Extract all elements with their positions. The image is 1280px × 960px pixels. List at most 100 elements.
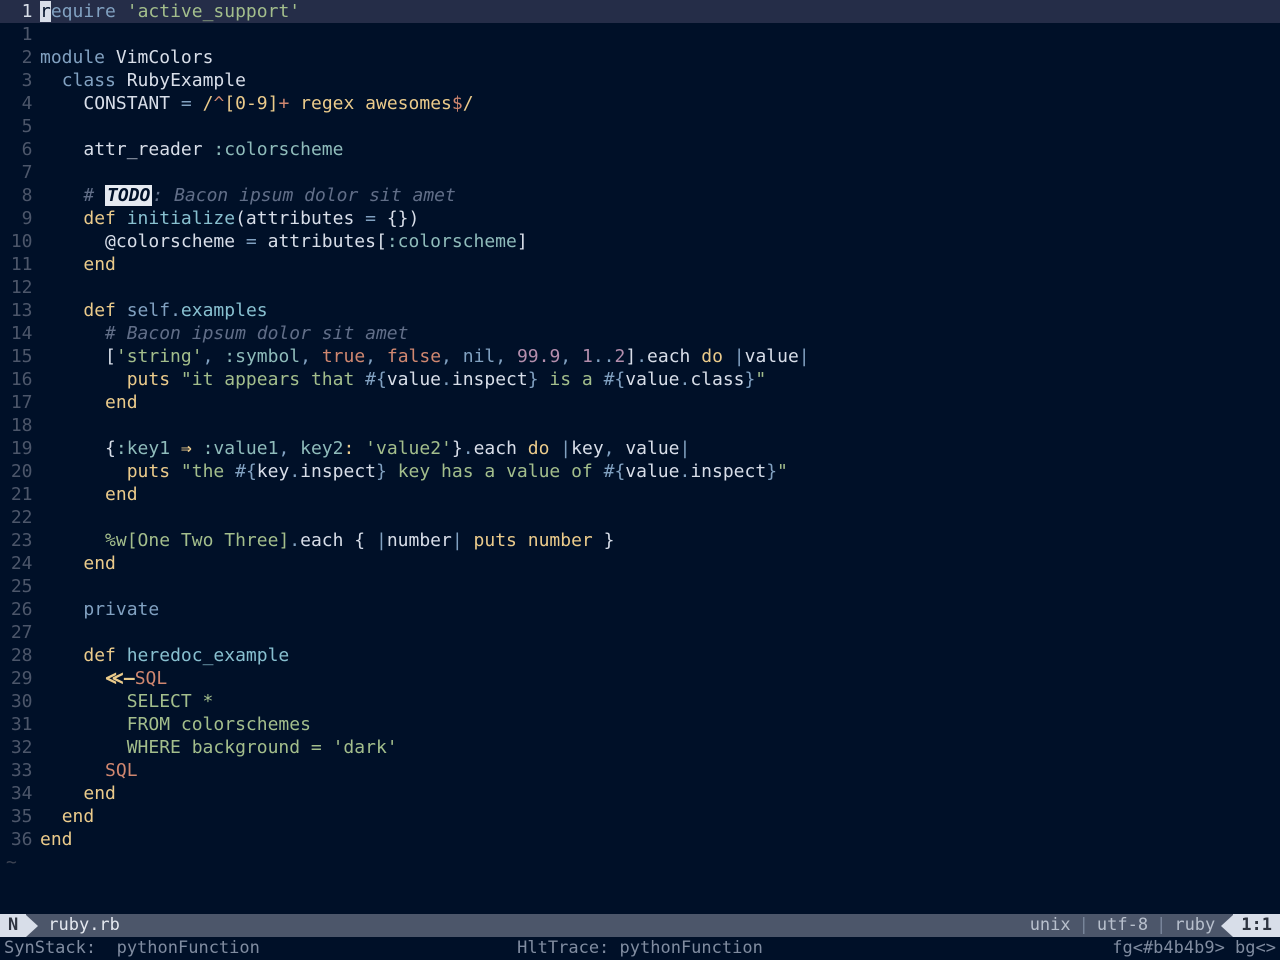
code-line[interactable]: 25 (0, 575, 1280, 598)
line-number: 14 (0, 322, 40, 345)
code-line[interactable]: 16 puts "it appears that #{value.inspect… (0, 368, 1280, 391)
code-line[interactable]: 20 puts "the #{key.inspect} key has a va… (0, 460, 1280, 483)
code-line[interactable]: 9 def initialize(attributes = {}) (0, 207, 1280, 230)
line-number: 29 (0, 667, 40, 690)
code-line[interactable]: 15 ['string', :symbol, true, false, nil,… (0, 345, 1280, 368)
code-line[interactable]: 18 (0, 414, 1280, 437)
code-line[interactable]: 26 private (0, 598, 1280, 621)
code-content[interactable]: attr_reader :colorscheme (40, 138, 1280, 161)
code-content[interactable]: ≪—SQL (40, 667, 1280, 690)
code-line[interactable]: 2module VimColors (0, 46, 1280, 69)
code-content[interactable]: def self.examples (40, 299, 1280, 322)
code-content[interactable]: WHERE background = 'dark' (40, 736, 1280, 759)
line-number: 26 (0, 598, 40, 621)
hlttrace-label: HltTrace: pythonFunction (517, 937, 763, 960)
code-content[interactable]: SELECT * (40, 690, 1280, 713)
line-number: 22 (0, 506, 40, 529)
line-number: 21 (0, 483, 40, 506)
code-line[interactable]: 14 # Bacon ipsum dolor sit amet (0, 322, 1280, 345)
code-line[interactable]: 35 end (0, 805, 1280, 828)
code-content[interactable]: private (40, 598, 1280, 621)
synstack-label: SynStack: pythonFunction (4, 937, 260, 960)
code-line[interactable]: 28 def heredoc_example (0, 644, 1280, 667)
code-line[interactable]: 12 (0, 276, 1280, 299)
line-number: 6 (0, 138, 40, 161)
code-content[interactable] (40, 575, 1280, 598)
end-of-buffer: ~ (0, 851, 1280, 874)
code-line[interactable]: 7 (0, 161, 1280, 184)
code-content[interactable]: {:key1 ⇒ :value1, key2: 'value2'}.each d… (40, 437, 1280, 460)
code-content[interactable]: SQL (40, 759, 1280, 782)
code-content[interactable]: end (40, 253, 1280, 276)
code-content[interactable]: end (40, 391, 1280, 414)
line-number: 36 (0, 828, 40, 851)
code-line[interactable]: 10 @colorscheme = attributes[:colorschem… (0, 230, 1280, 253)
code-line[interactable]: 5 (0, 115, 1280, 138)
code-content[interactable]: require 'active_support' (40, 0, 1280, 23)
line-number: 32 (0, 736, 40, 759)
code-line[interactable]: 32 WHERE background = 'dark' (0, 736, 1280, 759)
code-line[interactable]: 19 {:key1 ⇒ :value1, key2: 'value2'}.eac… (0, 437, 1280, 460)
code-line[interactable]: 21 end (0, 483, 1280, 506)
encoding: utf-8 (1091, 914, 1154, 937)
line-number: 31 (0, 713, 40, 736)
code-line[interactable]: 4 CONSTANT = /^[0-9]+ regex awesomes$/ (0, 92, 1280, 115)
code-content[interactable]: %w[One Two Three].each { |number| puts n… (40, 529, 1280, 552)
code-content[interactable]: ['string', :symbol, true, false, nil, 99… (40, 345, 1280, 368)
code-line[interactable]: 13 def self.examples (0, 299, 1280, 322)
code-content[interactable]: puts "it appears that #{value.inspect} i… (40, 368, 1280, 391)
separator-icon: | (1154, 914, 1168, 937)
line-number: 2 (0, 46, 40, 69)
code-line[interactable]: 33 SQL (0, 759, 1280, 782)
code-line[interactable]: 3 class RubyExample (0, 69, 1280, 92)
code-content[interactable]: class RubyExample (40, 69, 1280, 92)
filename: ruby.rb (38, 914, 130, 937)
code-line[interactable]: 1require 'active_support' (0, 0, 1280, 23)
code-content[interactable]: def heredoc_example (40, 644, 1280, 667)
code-content[interactable] (40, 276, 1280, 299)
code-line[interactable]: 34 end (0, 782, 1280, 805)
code-content[interactable] (40, 621, 1280, 644)
code-content[interactable] (40, 506, 1280, 529)
code-content[interactable]: def initialize(attributes = {}) (40, 207, 1280, 230)
code-content[interactable]: # TODO: Bacon ipsum dolor sit amet (40, 184, 1280, 207)
fileformat: unix (1024, 914, 1077, 937)
editor-buffer[interactable]: 1require 'active_support' 1 2module VimC… (0, 0, 1280, 914)
code-content[interactable] (40, 23, 1280, 46)
code-content[interactable]: CONSTANT = /^[0-9]+ regex awesomes$/ (40, 92, 1280, 115)
code-line[interactable]: 23 %w[One Two Three].each { |number| put… (0, 529, 1280, 552)
line-number: 17 (0, 391, 40, 414)
code-content[interactable]: end (40, 828, 1280, 851)
code-line[interactable]: 8 # TODO: Bacon ipsum dolor sit amet (0, 184, 1280, 207)
code-content[interactable]: end (40, 782, 1280, 805)
code-content[interactable]: end (40, 805, 1280, 828)
code-line[interactable]: 1 (0, 23, 1280, 46)
code-content[interactable] (40, 161, 1280, 184)
code-line[interactable]: 30 SELECT * (0, 690, 1280, 713)
code-content[interactable]: module VimColors (40, 46, 1280, 69)
line-number: 28 (0, 644, 40, 667)
code-content[interactable]: FROM colorschemes (40, 713, 1280, 736)
code-line[interactable]: 36end (0, 828, 1280, 851)
line-number: 4 (0, 92, 40, 115)
separator-icon (1221, 915, 1233, 937)
code-line[interactable]: 24 end (0, 552, 1280, 575)
code-line[interactable]: 31 FROM colorschemes (0, 713, 1280, 736)
statusline: N ruby.rb unix | utf-8 | ruby 1:1 (0, 914, 1280, 937)
code-content[interactable]: end (40, 552, 1280, 575)
code-content[interactable]: puts "the #{key.inspect} key has a value… (40, 460, 1280, 483)
line-number: 10 (0, 230, 40, 253)
code-line[interactable]: 22 (0, 506, 1280, 529)
code-line[interactable]: 29 ≪—SQL (0, 667, 1280, 690)
code-content[interactable]: @colorscheme = attributes[:colorscheme] (40, 230, 1280, 253)
code-line[interactable]: 27 (0, 621, 1280, 644)
line-number: 30 (0, 690, 40, 713)
code-content[interactable] (40, 414, 1280, 437)
code-content[interactable]: end (40, 483, 1280, 506)
code-line[interactable]: 11 end (0, 253, 1280, 276)
code-content[interactable]: # Bacon ipsum dolor sit amet (40, 322, 1280, 345)
line-number: 25 (0, 575, 40, 598)
code-line[interactable]: 17 end (0, 391, 1280, 414)
code-line[interactable]: 6 attr_reader :colorscheme (0, 138, 1280, 161)
code-content[interactable] (40, 115, 1280, 138)
